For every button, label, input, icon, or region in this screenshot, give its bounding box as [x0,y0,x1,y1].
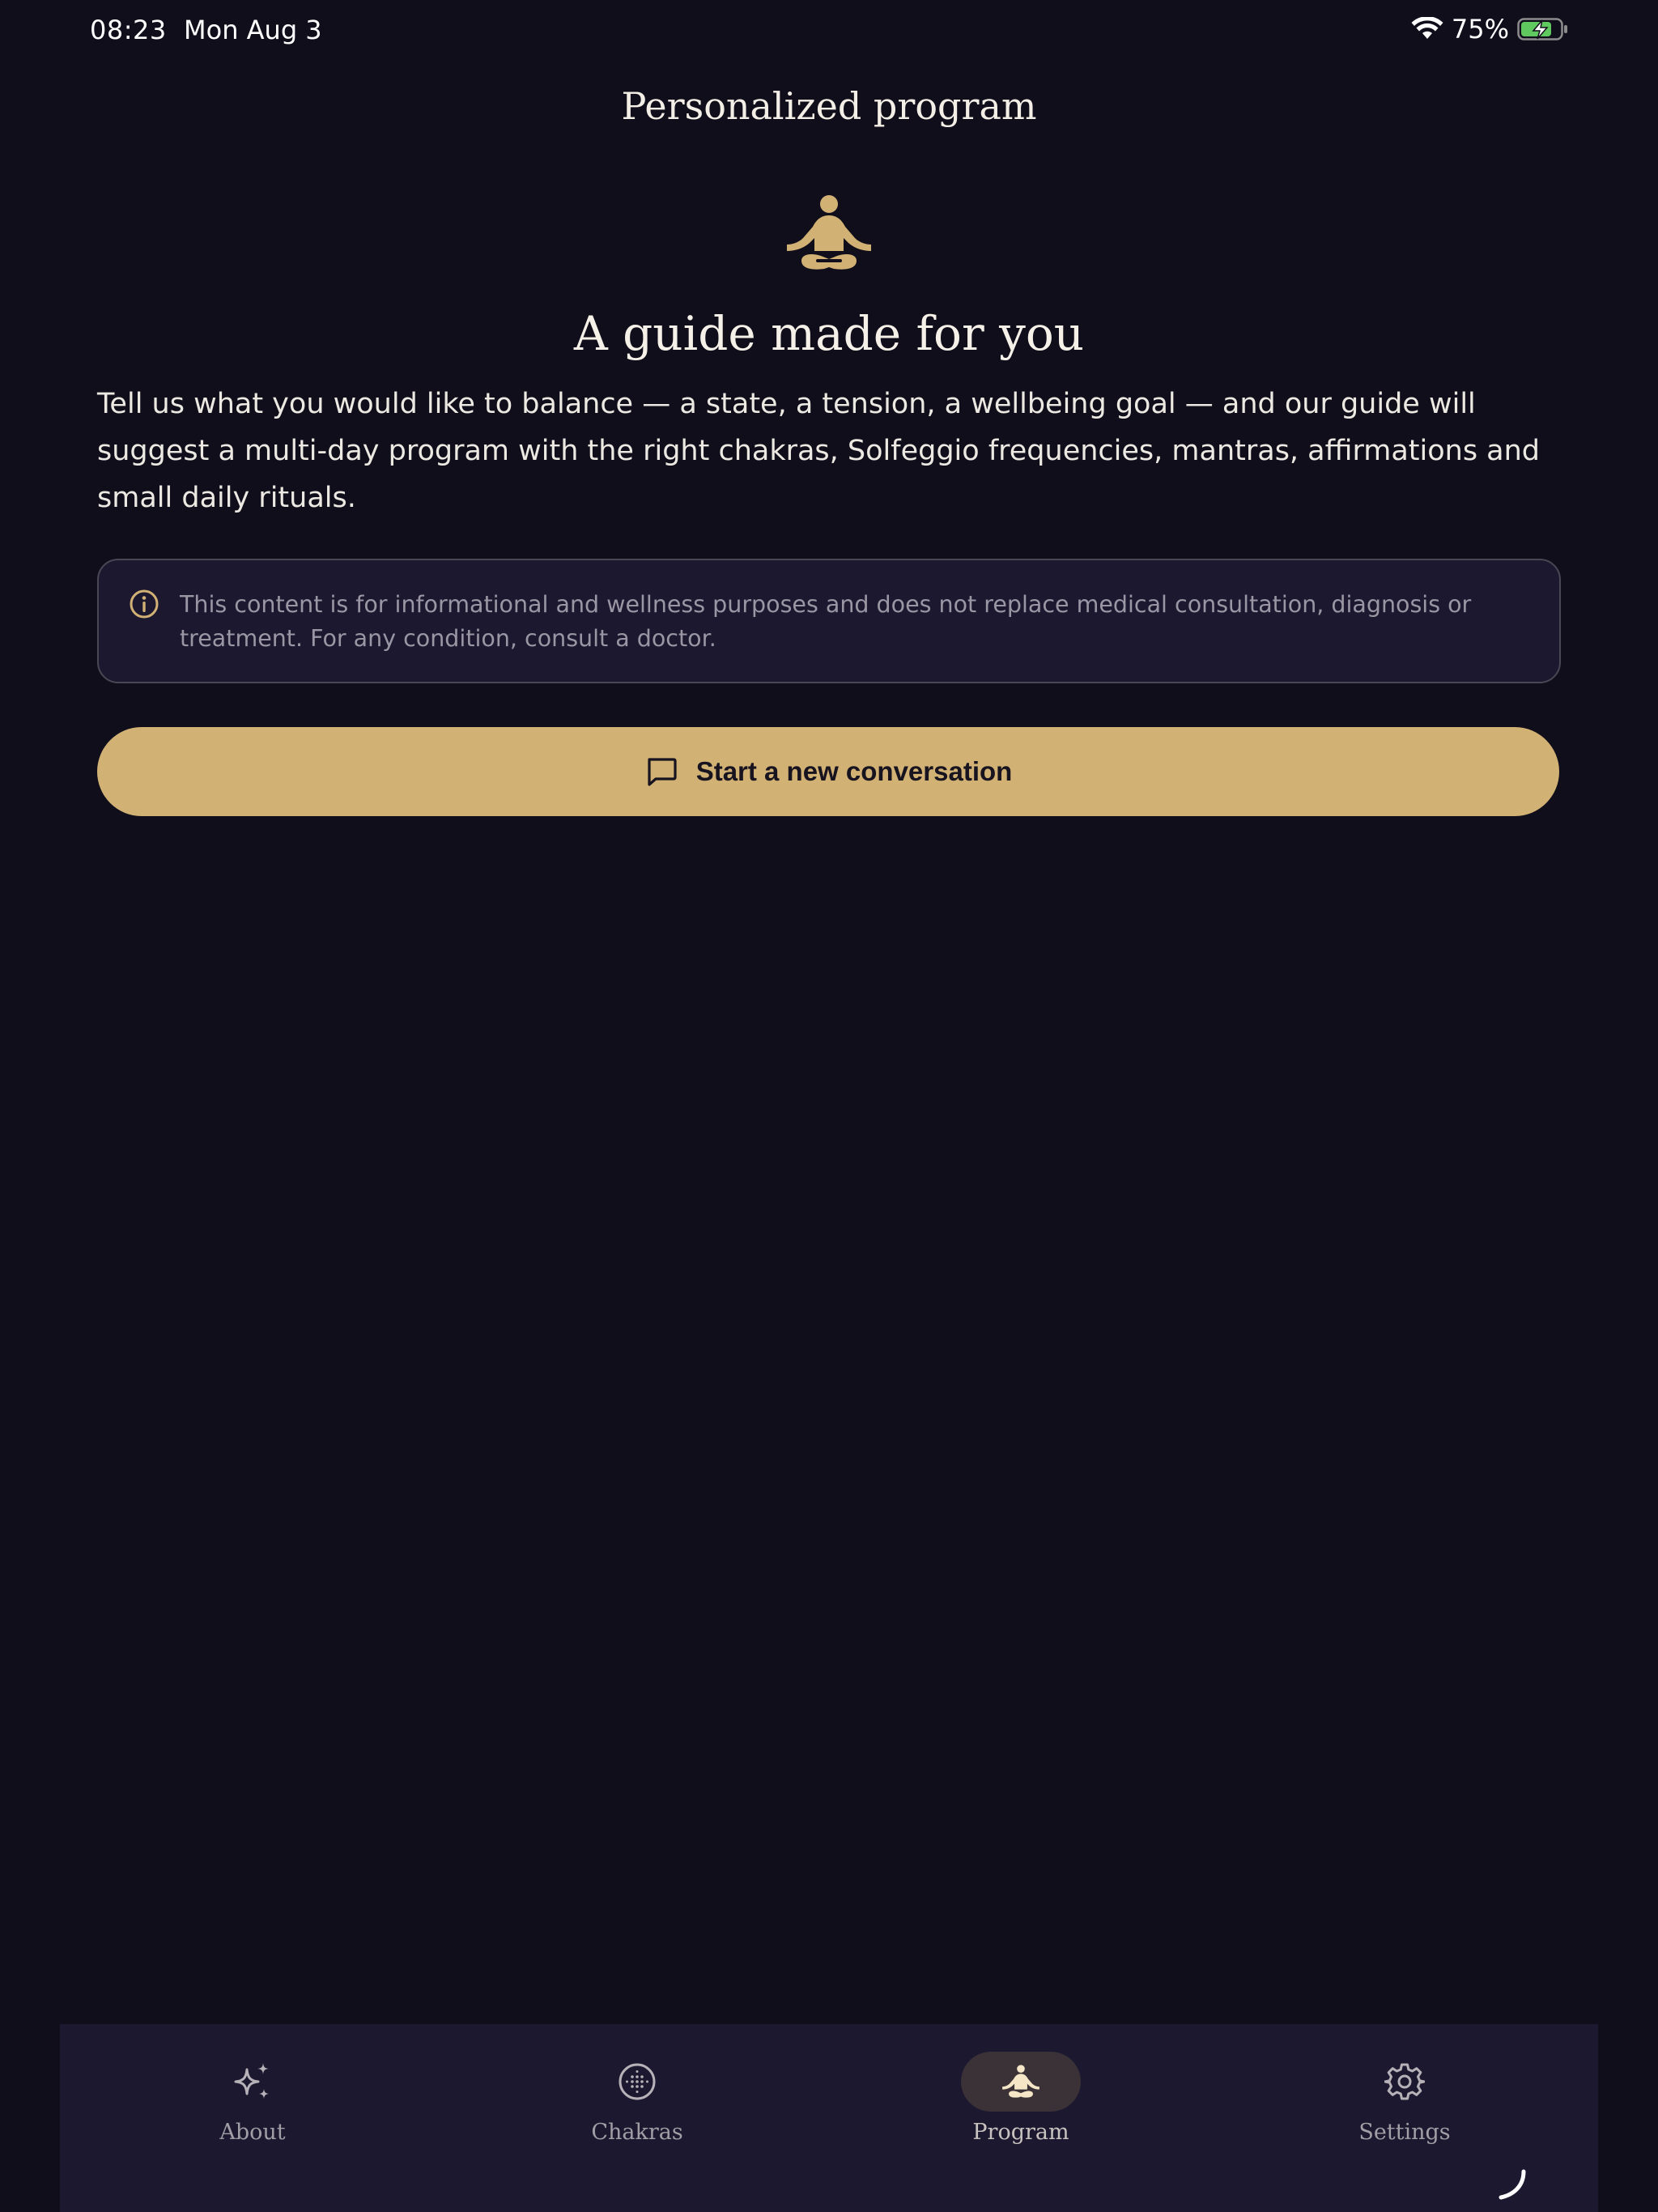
sparkles-icon [234,2063,269,2099]
scroll-indicator-icon [1499,2169,1526,2200]
tab-program[interactable]: Program [916,2052,1126,2165]
tab-about[interactable]: About [147,2052,358,2165]
status-time: 08:23 [90,15,167,45]
status-indicators: 75% [1411,11,1569,47]
tab-about-icon-wrap [193,2052,312,2112]
start-conversation-label: Start a new conversation [695,756,1013,786]
tab-chakras-label: Chakras [591,2120,683,2145]
tab-chakras-icon-wrap [577,2052,697,2112]
status-bar: 08:23 Mon Aug 3 75% [0,0,1658,58]
hero-heading: A guide made for you [573,306,1085,361]
tab-chakras[interactable]: Chakras [532,2052,742,2165]
intro-description: Tell us what you would like to balance —… [97,388,1541,514]
battery-charging-icon [1517,18,1567,40]
tab-about-label: About [219,2120,286,2145]
wifi-icon [1411,17,1443,39]
tab-settings[interactable]: Settings [1299,2052,1510,2165]
gear-icon [1384,2063,1425,2100]
meditation-icon [787,195,871,270]
tab-settings-icon-wrap [1345,2052,1465,2112]
chakra-circle-icon [619,2063,656,2100]
battery-percent: 75% [1451,14,1509,45]
chat-bubble-icon [648,758,677,786]
info-icon [130,589,159,619]
start-conversation-button[interactable]: Start a new conversation [97,727,1559,816]
page-title: Personalized program [621,84,1037,128]
meditation-icon [1002,2065,1039,2098]
tab-program-icon-wrap [961,2052,1081,2112]
disclaimer-text: This content is for informational and we… [180,591,1472,652]
bottom-tab-bar: About Chakras Program Settings [60,2024,1598,2212]
disclaimer-card: This content is for informational and we… [97,559,1561,683]
status-date: Mon Aug 3 [184,15,322,45]
tab-settings-label: Settings [1358,2120,1451,2145]
tab-program-label: Program [972,2120,1069,2145]
